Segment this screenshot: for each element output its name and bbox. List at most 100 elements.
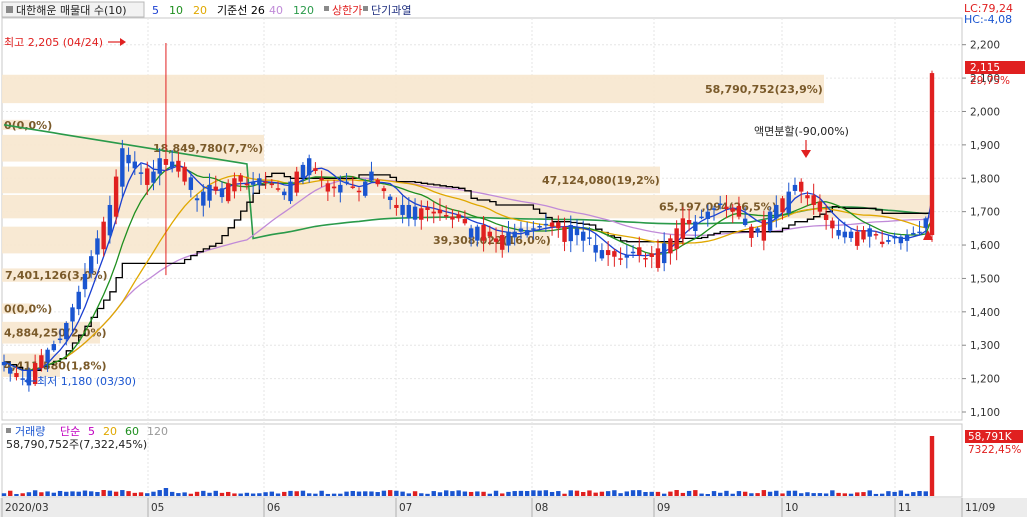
stock-chart[interactable]: 58,790,752(23,9%) 18,849,780(7,7%) 47,124,… bbox=[0, 0, 1027, 517]
volume-bar bbox=[437, 492, 443, 496]
volume-bar bbox=[26, 492, 32, 496]
volume-bar bbox=[711, 491, 717, 496]
volume-profile-label: 47,124,080(19,2%) bbox=[542, 174, 660, 187]
candle-body bbox=[524, 230, 530, 236]
date-tick-label: 2020/03 bbox=[5, 502, 49, 514]
volume-bar bbox=[879, 493, 885, 496]
volume-bar bbox=[163, 488, 169, 496]
volume-bar bbox=[605, 491, 611, 496]
low-annotation: 최저 1,180 (03/30) bbox=[37, 375, 136, 388]
volume-bar bbox=[718, 492, 723, 496]
volume-bar bbox=[188, 493, 194, 496]
chart-canvas[interactable]: 58,790,752(23,9%) 18,849,780(7,7%) 47,124,… bbox=[0, 0, 1027, 517]
volume-bar bbox=[618, 493, 623, 496]
ma-legend-label: 20 bbox=[193, 4, 207, 17]
volume-bar bbox=[780, 493, 785, 496]
volume-bar bbox=[830, 490, 835, 496]
legend-square-icon bbox=[324, 6, 329, 11]
volume-bar bbox=[898, 490, 904, 496]
settings-square-icon[interactable] bbox=[6, 6, 13, 13]
volume-bar bbox=[705, 493, 710, 496]
candle-body bbox=[8, 367, 13, 374]
candle-body bbox=[568, 225, 573, 242]
candle-body bbox=[319, 178, 324, 181]
candle-body bbox=[450, 216, 455, 220]
volume-bar bbox=[512, 491, 517, 496]
candle-body bbox=[275, 188, 281, 190]
candle-body bbox=[238, 175, 243, 182]
volume-bar bbox=[107, 490, 113, 496]
candle-body bbox=[313, 168, 318, 171]
volume-settings-icon[interactable] bbox=[6, 428, 11, 433]
candle-body bbox=[444, 214, 449, 217]
candle-body bbox=[873, 234, 879, 236]
candle-body bbox=[182, 166, 187, 182]
volume-bar bbox=[655, 491, 661, 496]
candle-body bbox=[176, 160, 181, 172]
price-tick-label: 1,100 bbox=[970, 407, 1000, 419]
volume-bar bbox=[176, 493, 181, 496]
volume-profile-label: 18,849,780(7,7%) bbox=[153, 142, 263, 155]
volume-bar bbox=[145, 493, 150, 496]
candle-body bbox=[219, 188, 225, 198]
candle-body bbox=[145, 168, 150, 185]
candle-body bbox=[724, 206, 729, 209]
volume-bar bbox=[500, 493, 505, 496]
volume-bar bbox=[462, 491, 468, 496]
volume-profile-label: 58,790,752(23,9%) bbox=[705, 83, 823, 96]
volume-bar bbox=[381, 490, 387, 496]
volume-bar bbox=[904, 493, 910, 496]
candle-body bbox=[400, 204, 405, 215]
volume-bar bbox=[774, 490, 779, 496]
candle-body bbox=[194, 198, 200, 201]
volume-bar bbox=[518, 490, 524, 496]
candle-body bbox=[375, 179, 380, 185]
candle-body bbox=[70, 307, 75, 322]
candle-body bbox=[686, 220, 692, 225]
volume-bar bbox=[201, 490, 206, 496]
volume-bar bbox=[425, 493, 430, 496]
volume-bar bbox=[219, 492, 225, 496]
volume-bar bbox=[823, 493, 829, 496]
volume-bar bbox=[120, 490, 125, 496]
volume-bar bbox=[861, 492, 866, 496]
volume-bar bbox=[350, 490, 355, 496]
volume-bar bbox=[886, 491, 891, 496]
volume-bar bbox=[275, 493, 281, 496]
volume-bar bbox=[562, 493, 567, 496]
volume-bar bbox=[431, 491, 436, 496]
date-tick-label: 11/09 bbox=[965, 502, 995, 514]
candle-body bbox=[132, 161, 137, 169]
volume-bar bbox=[70, 491, 75, 496]
volume-bar bbox=[232, 493, 237, 496]
volume-bar bbox=[524, 490, 530, 496]
volume-bar bbox=[338, 493, 343, 496]
candle-body bbox=[917, 231, 922, 234]
volume-bar bbox=[250, 493, 256, 496]
candle-body bbox=[749, 226, 754, 238]
volume-bar bbox=[313, 493, 318, 496]
candle-body bbox=[419, 208, 424, 220]
candle-body bbox=[406, 204, 412, 219]
volume-bar bbox=[64, 491, 69, 496]
volume-bar bbox=[182, 492, 187, 496]
volume-bar bbox=[400, 491, 405, 496]
ma-legend-label: 기준선 26 bbox=[217, 4, 265, 17]
volume-bar bbox=[412, 491, 418, 496]
volume-bar bbox=[45, 491, 50, 496]
volume-bar bbox=[32, 490, 38, 496]
candle-body bbox=[95, 238, 100, 255]
volume-bar bbox=[419, 493, 424, 496]
candle-body bbox=[163, 159, 169, 165]
candle-body bbox=[101, 221, 106, 250]
volume-bar bbox=[138, 492, 144, 496]
volume-profile-label: 65,197,094(26,5%) bbox=[659, 201, 777, 214]
candle-body bbox=[923, 218, 928, 228]
candle-body bbox=[599, 250, 605, 259]
volume-bar bbox=[612, 490, 617, 496]
candle-body bbox=[257, 178, 262, 186]
candle-body bbox=[593, 245, 598, 253]
volume-bar bbox=[487, 493, 492, 496]
volume-bar bbox=[848, 493, 854, 496]
candle-body bbox=[500, 235, 505, 250]
